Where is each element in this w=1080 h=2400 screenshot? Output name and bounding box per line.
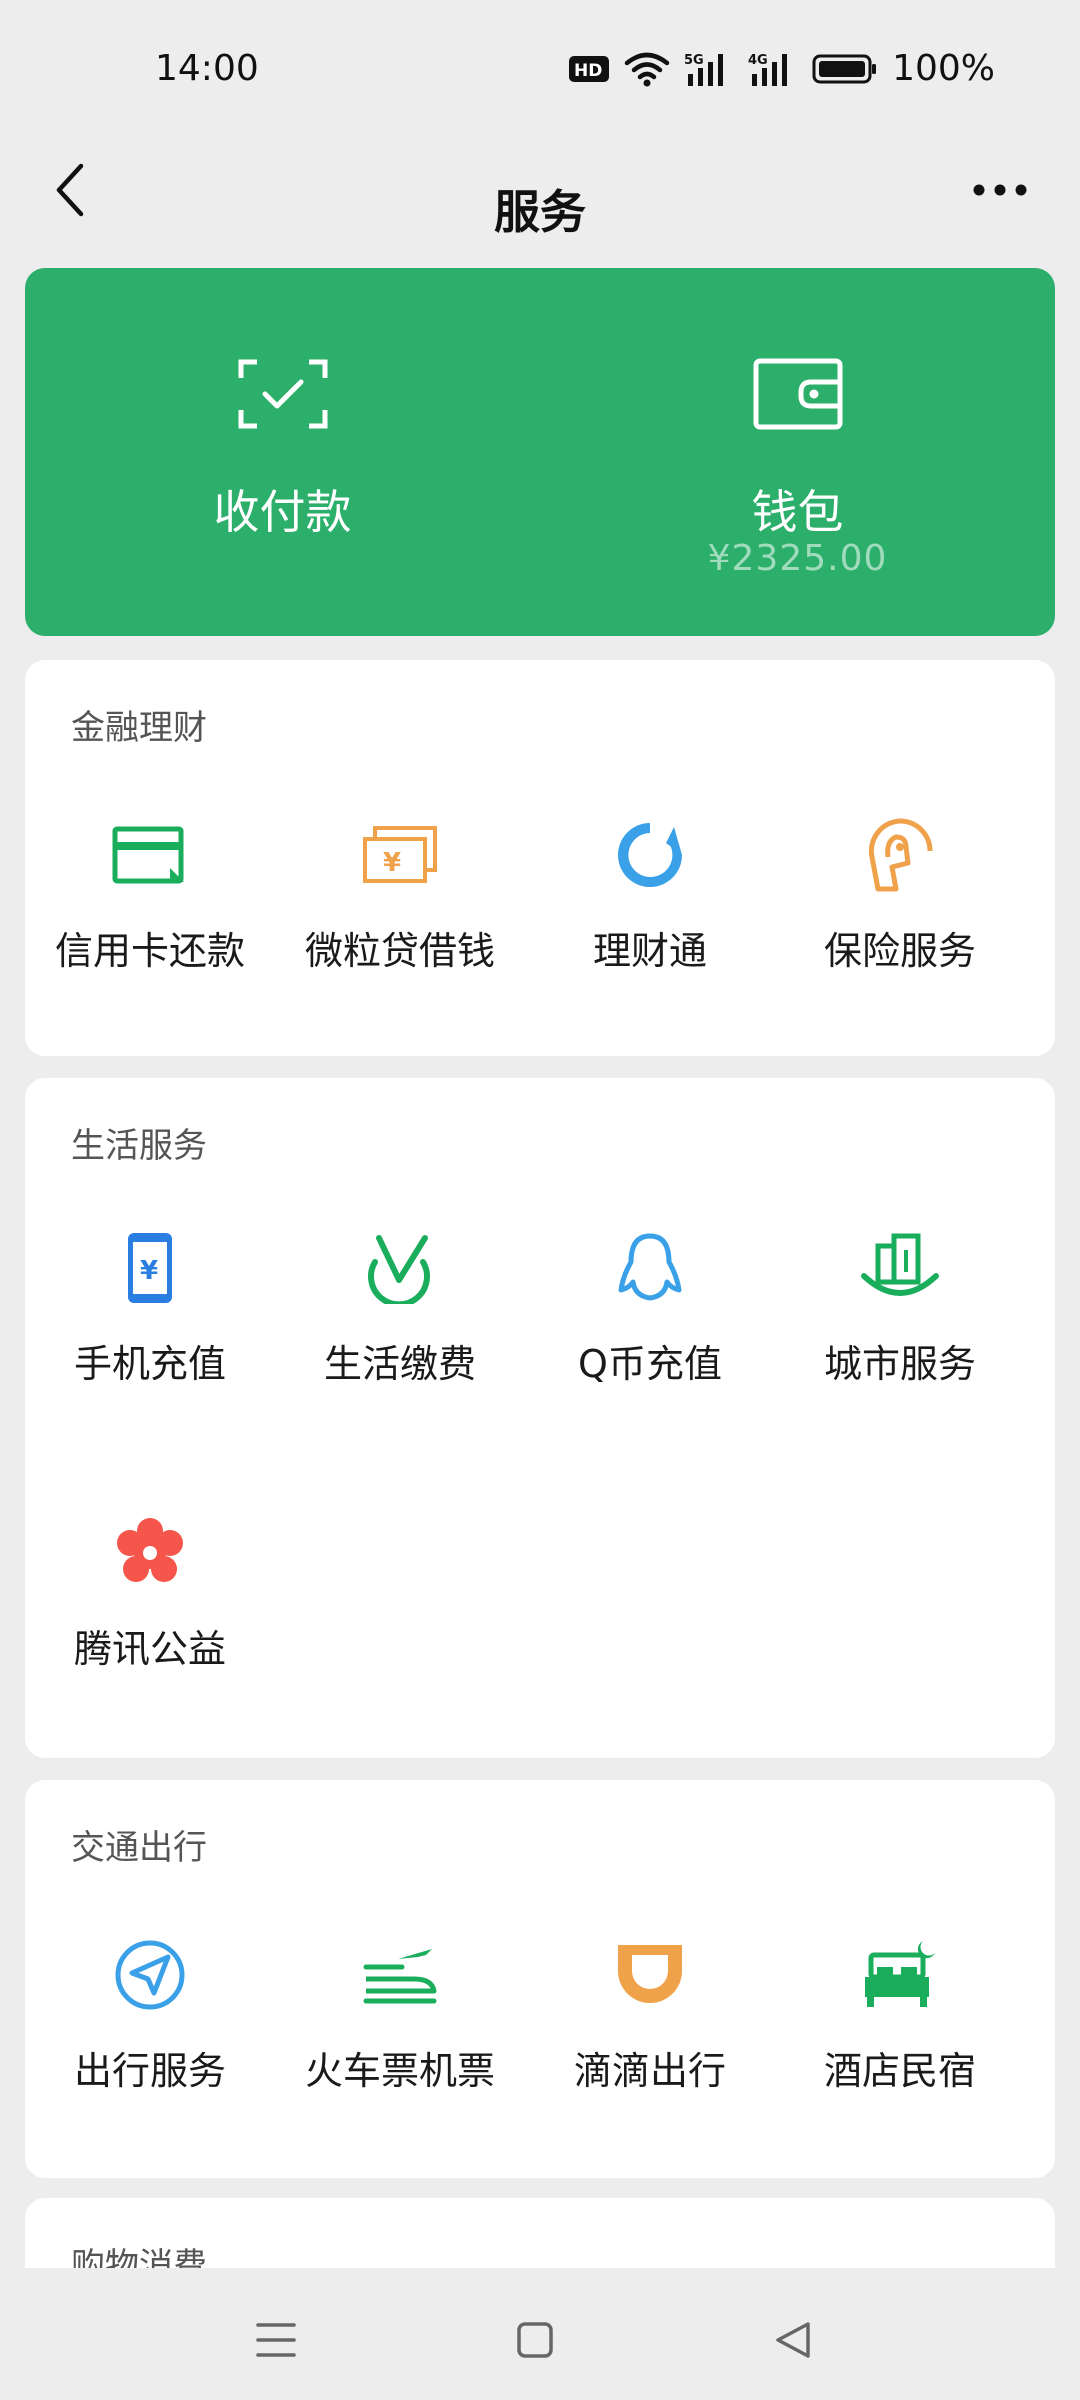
tencent-charity-label: 腾讯公益 (73, 1627, 226, 1671)
status-bar: 14:00 HD 5G 4G 100% (0, 0, 1080, 140)
hotel-label: 酒店民宿 (823, 2049, 976, 2093)
train-plane-icon (360, 1935, 440, 2015)
insurance-icon (860, 815, 940, 895)
city-building-icon (860, 1228, 940, 1308)
phone-recharge-item[interactable]: ¥ 手机充值 (25, 1228, 275, 1428)
home-button[interactable] (505, 2310, 565, 2370)
qcoin-recharge-item[interactable]: Q币充值 (525, 1228, 775, 1428)
qcoin-recharge-label: Q币充值 (578, 1342, 722, 1386)
qq-penguin-icon (610, 1228, 690, 1308)
pay-receive-label: 收付款 (213, 485, 352, 539)
licaitong-item[interactable]: 理财通 (525, 815, 775, 1015)
wallet-label: 钱包 (751, 485, 844, 539)
pay-receive-button[interactable]: 收付款 (25, 268, 540, 636)
weilidai-label: 微粒贷借钱 (304, 929, 495, 973)
nav-bar: 服务 (0, 140, 1080, 260)
insurance-label: 保险服务 (823, 929, 976, 973)
signal-5g-icon: 5G (684, 53, 724, 86)
finance-section-title: 金融理财 (71, 708, 207, 748)
status-icons: HD 5G 4G 100% (568, 48, 995, 89)
bill-payment-item[interactable]: 生活缴费 (275, 1228, 525, 1428)
cash-icon: ¥ (360, 815, 440, 895)
travel-services-item[interactable]: 出行服务 (25, 1935, 275, 2135)
wallet-button[interactable]: 钱包 ¥2325.00 (540, 268, 1055, 636)
hotel-bed-icon (860, 1935, 940, 2015)
city-services-label: 城市服务 (823, 1342, 976, 1386)
train-plane-tickets-item[interactable]: 火车票机票 (275, 1935, 525, 2135)
credit-card-repay-item[interactable]: 信用卡还款 (25, 815, 275, 1015)
travel-services-label: 出行服务 (73, 2049, 226, 2093)
phone-recharge-icon: ¥ (110, 1228, 190, 1308)
bill-payment-label: 生活缴费 (323, 1342, 476, 1386)
wifi-icon (624, 52, 670, 86)
menu-button[interactable] (246, 2310, 306, 2370)
didi-icon (610, 1935, 690, 2015)
travel-section: 交通出行 出行服务 火车票机票 滴滴出行 酒店民宿 (25, 1780, 1055, 2178)
svg-text:5G: 5G (684, 53, 704, 68)
licaitong-icon (610, 815, 690, 895)
payment-wallet-card: 收付款 钱包 ¥2325.00 (25, 268, 1055, 636)
licaitong-label: 理财通 (592, 929, 707, 973)
bill-payment-icon (360, 1228, 440, 1308)
travel-section-title: 交通出行 (71, 1828, 207, 1868)
city-services-item[interactable]: 城市服务 (775, 1228, 1025, 1428)
svg-text:HD: HD (574, 61, 602, 81)
credit-card-repay-label: 信用卡还款 (54, 929, 245, 973)
battery-percent: 100% (892, 48, 995, 89)
wallet-balance: ¥2325.00 (707, 538, 888, 579)
svg-text:4G: 4G (748, 53, 768, 68)
page-title: 服务 (494, 185, 586, 239)
phone-recharge-label: 手机充值 (73, 1342, 226, 1386)
system-navigation-bar (0, 2268, 1080, 2400)
didi-label: 滴滴出行 (573, 2049, 726, 2093)
battery-icon (812, 54, 877, 83)
more-dots-icon (973, 184, 1027, 196)
hd-icon: HD (569, 55, 610, 82)
life-section-title: 生活服务 (71, 1126, 207, 1166)
menu-icon (256, 2323, 296, 2357)
didi-item[interactable]: 滴滴出行 (525, 1935, 775, 2135)
train-plane-tickets-label: 火车票机票 (304, 2049, 495, 2093)
signal-4g-icon: 4G (748, 53, 788, 86)
credit-card-icon (110, 815, 190, 895)
home-square-icon (517, 2322, 553, 2358)
tencent-charity-item[interactable]: 腾讯公益 (25, 1513, 275, 1713)
svg-text:¥: ¥ (383, 848, 401, 878)
svg-text:¥: ¥ (140, 1256, 158, 1286)
more-button[interactable] (960, 160, 1040, 220)
back-system-button[interactable] (763, 2310, 823, 2370)
life-services-section: 生活服务 ¥ 手机充值 生活缴费 Q币充值 城市服务 腾讯公益 (25, 1078, 1055, 1758)
finance-section: 金融理财 信用卡还款 ¥ 微粒贷借钱 理财通 保险服务 (25, 660, 1055, 1056)
wallet-icon (753, 358, 842, 430)
charity-flower-icon (110, 1513, 190, 1593)
navigation-arrow-icon (110, 1935, 190, 2015)
weilidai-item[interactable]: ¥ 微粒贷借钱 (275, 815, 525, 1015)
scan-check-icon (238, 359, 327, 429)
back-triangle-icon (776, 2322, 810, 2358)
status-time: 14:00 (155, 48, 259, 89)
insurance-item[interactable]: 保险服务 (775, 815, 1025, 1015)
hotel-item[interactable]: 酒店民宿 (775, 1935, 1025, 2135)
